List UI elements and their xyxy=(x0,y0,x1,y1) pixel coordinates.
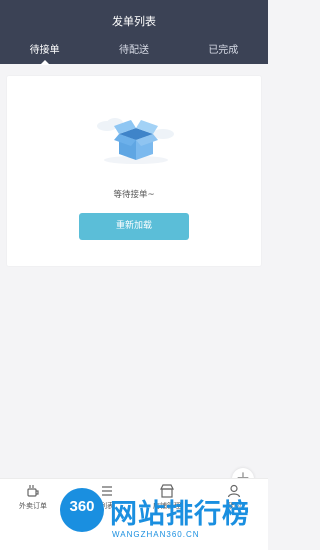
reload-button[interactable]: 重新加载 xyxy=(79,213,189,240)
open-box-icon xyxy=(97,118,174,164)
watermark-url: WANGZHAN360.CN xyxy=(112,530,200,539)
watermark-logo: 360 网站排行榜 WANGZHAN360.CN xyxy=(52,488,268,550)
tab-completed[interactable]: 已完成 xyxy=(179,40,268,64)
watermark-circle-text: 360 xyxy=(69,498,95,515)
order-status-tabs: 待接单 待配送 已完成 xyxy=(0,40,268,65)
empty-state-message: 等待接单~ xyxy=(113,190,155,200)
takeout-icon xyxy=(27,485,39,497)
page-title: 发单列表 xyxy=(112,15,156,28)
watermark-title: 网站排行榜 xyxy=(110,499,250,530)
tab-pending-delivery[interactable]: 待配送 xyxy=(89,40,178,64)
tab-pending-accept[interactable]: 待接单 xyxy=(0,40,89,65)
app-header: 发单列表 待接单 待配送 已完成 xyxy=(0,0,268,65)
empty-state-card: 等待接单~ 重新加载 xyxy=(7,76,261,266)
